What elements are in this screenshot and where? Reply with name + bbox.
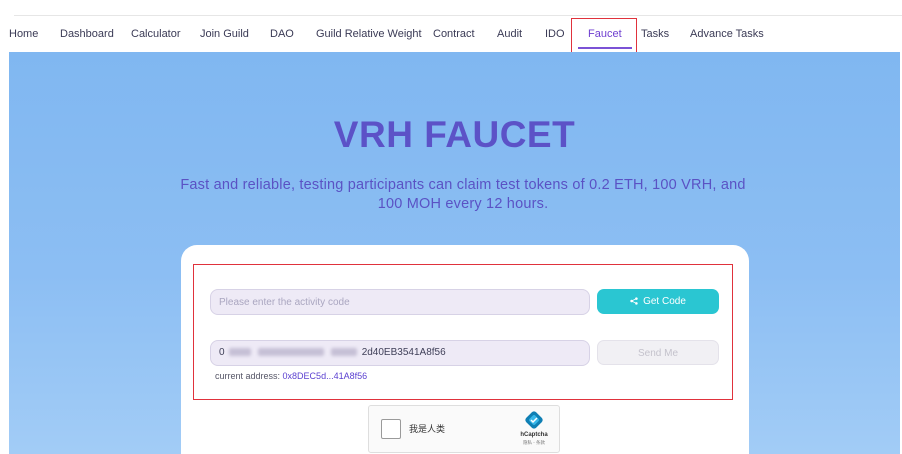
faucet-tab-highlight	[571, 18, 637, 53]
nav-ido[interactable]: IDO	[545, 16, 565, 52]
hcaptcha-logo-icon	[525, 411, 543, 429]
nav-home[interactable]: Home	[9, 16, 38, 52]
hcaptcha-widget: 我是人类 hCaptcha 隐私 - 条款	[368, 405, 560, 453]
nav-contract[interactable]: Contract	[433, 16, 475, 52]
captcha-links[interactable]: 隐私 - 条款	[519, 440, 549, 446]
nav-calculator[interactable]: Calculator	[131, 16, 181, 52]
nav-tasks[interactable]: Tasks	[641, 16, 669, 52]
nav-advance-tasks[interactable]: Advance Tasks	[690, 16, 764, 52]
nav-audit[interactable]: Audit	[497, 16, 522, 52]
captcha-label: 我是人类	[409, 424, 446, 434]
nav-guild-relative-weight[interactable]: Guild Relative Weight	[316, 16, 422, 52]
page-title: VRH FAUCET	[333, 114, 576, 155]
page-subtitle: Fast and reliable, testing participants …	[180, 177, 746, 212]
top-navigation: Home Dashboard Calculator Join Guild DAO…	[0, 16, 902, 53]
nav-dao[interactable]: DAO	[270, 16, 294, 52]
nav-dashboard[interactable]: Dashboard	[60, 16, 114, 52]
form-highlight	[193, 264, 733, 400]
captcha-brand: hCaptcha	[520, 432, 548, 438]
nav-join-guild[interactable]: Join Guild	[200, 16, 249, 52]
captcha-checkbox[interactable]	[381, 419, 401, 439]
